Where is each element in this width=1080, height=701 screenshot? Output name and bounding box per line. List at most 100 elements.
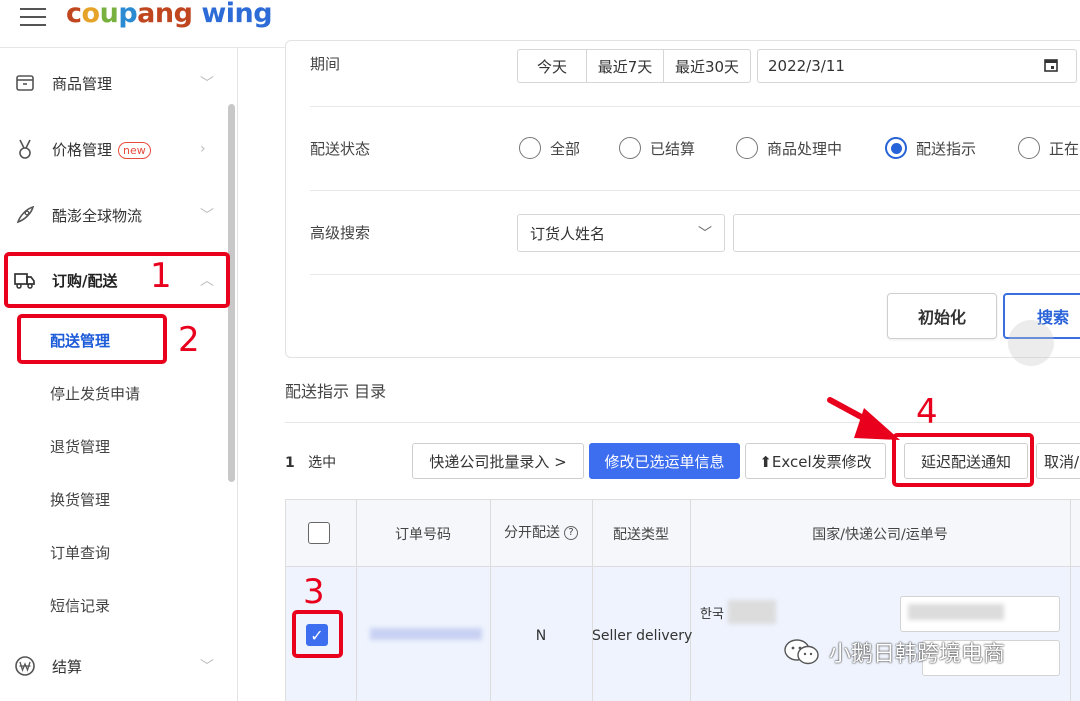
status-label: 配送状态 [310,140,371,158]
period-30days-button[interactable]: 最近30天 [663,49,751,83]
help-icon[interactable]: ? [564,526,578,540]
edit-waybill-button[interactable]: 修改已选运单信息 [589,443,740,479]
column-divider [1070,500,1071,701]
sidebar-item-price[interactable]: 价格管理 new › [0,116,228,182]
sidebar-sub-sms[interactable]: 短信记录 [50,595,110,616]
sidebar-sub-delivery[interactable]: 配送管理 [50,330,110,351]
logo-wing: wing [201,0,273,29]
sidebar-item-orders[interactable]: 订购/配送 ︿ [0,247,228,313]
logo-letter: c [66,0,82,29]
chevron-down-icon: ﹀ [200,208,214,224]
date-input[interactable]: 2022/3/11 [757,49,1077,83]
delivery-type-value: Seller delivery [592,628,693,644]
list-divider [285,422,1080,423]
selected-number: 1 [285,455,295,471]
chevron-down-icon: ﹀ [200,659,214,675]
annotation-arrow-icon [827,397,900,440]
period-today-button[interactable]: 今天 [517,49,587,83]
status-radio-settled[interactable]: 已结算 [619,137,695,159]
column-header-order-no: 订单号码 [395,527,451,543]
column-header-split-text: 分开配送 [504,525,560,541]
sidebar-sub-exchange[interactable]: 换货管理 [50,489,110,510]
radio-label: 配送指示 [916,139,977,158]
truck-icon [14,269,36,291]
period-7days-button[interactable]: 最近7天 [586,49,664,83]
chevron-right-icon: › [200,141,206,157]
box-icon [14,72,36,94]
won-icon [14,655,36,677]
annotation-number-2: 2 [178,320,200,360]
sidebar-sub-returns[interactable]: 退货管理 [50,436,110,457]
sidebar-item-label: 商品管理 [52,74,113,93]
advanced-search-input[interactable] [733,214,1080,252]
logo-letter: ang [137,0,193,29]
sidebar-scrollbar[interactable] [228,104,235,482]
filter-card: 期间 今天 最近7天 最近30天 2022/3/11 配送状态 全部 已结算 商… [285,40,1080,358]
sidebar-item-label: 订购/配送 [52,271,118,290]
sidebar-item-logistics[interactable]: 酷澎全球物流 ﹀ [0,182,228,248]
advanced-search-label: 高级搜索 [310,224,371,242]
sidebar-item-label: 价格管理 [52,140,113,159]
chevron-down-icon: ﹀ [200,76,214,92]
logo[interactable]: coupang wing [66,0,273,29]
excel-invoice-button[interactable]: ⬆Excel发票修改 [745,443,886,479]
selected-text: 选中 [308,455,337,471]
orders-table: 订单号码 分开配送? 配送类型 国家/快递公司/运单号 ✓ N Seller d… [285,499,1080,701]
status-radio-in-progress[interactable]: 正在 [1018,137,1079,159]
radio-circle [519,137,541,159]
logo-letter: u [99,0,119,29]
radio-label: 全部 [550,139,581,158]
cursor-highlight [1008,320,1054,366]
radio-label: 商品处理中 [767,139,843,158]
courier-redacted [728,600,776,624]
split-value: N [535,628,547,644]
annotation-number-3: 3 [303,572,325,612]
annotation-number-4: 4 [916,392,938,432]
select-value: 订货人姓名 [530,224,606,243]
filter-divider [310,190,1080,191]
radio-circle [1018,137,1040,159]
sidebar-item-label-wrap: 价格管理 new [52,139,151,160]
reset-button[interactable]: 初始化 [887,293,997,339]
waybill-redacted [908,604,1004,620]
sidebar-sub-stop-shipping[interactable]: 停止发货申请 [50,383,140,404]
sidebar-sub-order-query[interactable]: 订单查询 [50,542,110,563]
filter-divider [310,274,1080,275]
date-value: 2022/3/11 [768,57,845,75]
status-radio-processing[interactable]: 商品处理中 [736,137,842,159]
sidebar-item-settlement[interactable]: 结算 ﹀ [0,633,228,699]
delay-delivery-notice-button[interactable]: 延迟配送通知 [904,443,1028,479]
advanced-search-select[interactable]: 订货人姓名 ﹀ [517,214,725,252]
rocket-icon [14,204,36,226]
column-header-split: 分开配送? [490,522,592,542]
sidebar-item-product[interactable]: 商品管理 ﹀ [0,50,228,116]
radio-label: 已结算 [650,139,696,158]
row-checkbox[interactable]: ✓ [306,624,328,646]
medal-icon [14,138,36,160]
column-header-country-courier: 国家/快递公司/运单号 [812,527,948,543]
filter-divider [310,106,1080,107]
new-badge: new [118,141,151,159]
row-action-button[interactable] [922,640,1060,676]
logo-letter: o [81,0,101,29]
column-header-delivery-type: 配送类型 [613,527,669,543]
status-radio-delivery-instruction[interactable]: 配送指示 [885,137,976,159]
cancel-button[interactable]: 取消/ [1036,443,1080,479]
courier-batch-entry-button[interactable]: 快递公司批量录入 > [412,443,584,479]
sidebar-item-label: 结算 [52,657,83,676]
period-label: 期间 [310,55,341,73]
annotation-number-1: 1 [150,256,172,296]
chevron-up-icon: ︿ [200,273,214,289]
status-radio-all[interactable]: 全部 [519,137,580,159]
selected-count: 1 选中 [285,452,336,472]
menu-icon[interactable] [20,8,46,28]
sidebar: 商品管理 ﹀ 价格管理 new › 酷澎全球物流 ﹀ 订购/配送 ︿ 配送管理 停… [0,48,238,701]
radio-circle [736,137,758,159]
select-all-checkbox[interactable] [308,522,330,544]
country-value: 한국 [700,607,724,622]
sidebar-item-label: 酷澎全球物流 [52,206,143,225]
list-title: 配送指示 目录 [285,382,387,401]
logo-letter: p [118,0,138,29]
calendar-icon[interactable] [1044,58,1058,76]
radio-circle [619,137,641,159]
